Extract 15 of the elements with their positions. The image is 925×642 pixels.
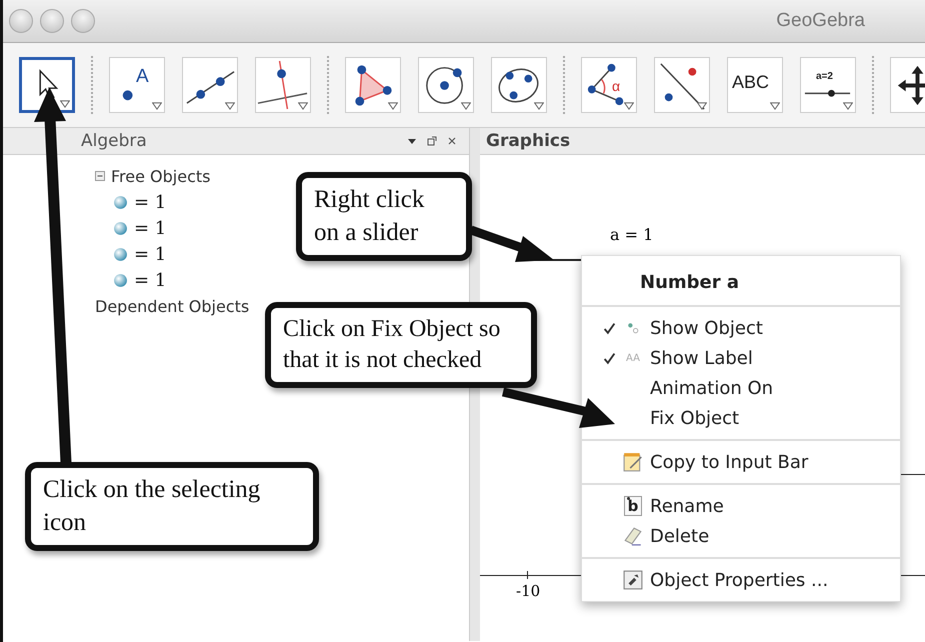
callout-tooltip: Right click on a slider xyxy=(296,172,472,261)
icon-label: ABC xyxy=(732,72,770,93)
menu-title: Number a xyxy=(582,256,900,307)
label-icon: AA xyxy=(626,352,640,364)
panel-title: Algebra xyxy=(81,131,147,151)
axis-tick-label: -10 xyxy=(516,582,540,600)
callout-tooltip: Click on Fix Object so that it is not checked xyxy=(265,302,537,388)
icon-label: α xyxy=(612,78,620,94)
slider-label: a = 1 xyxy=(610,225,654,244)
callout-tooltip: Click on the selecting icon xyxy=(25,462,319,551)
panel-title: Graphics xyxy=(486,131,570,151)
window-title: GeoGebra xyxy=(776,10,865,32)
icon-label: a=2 xyxy=(816,71,833,82)
icon-label: A xyxy=(136,66,149,88)
rename-icon: b xyxy=(624,496,642,516)
